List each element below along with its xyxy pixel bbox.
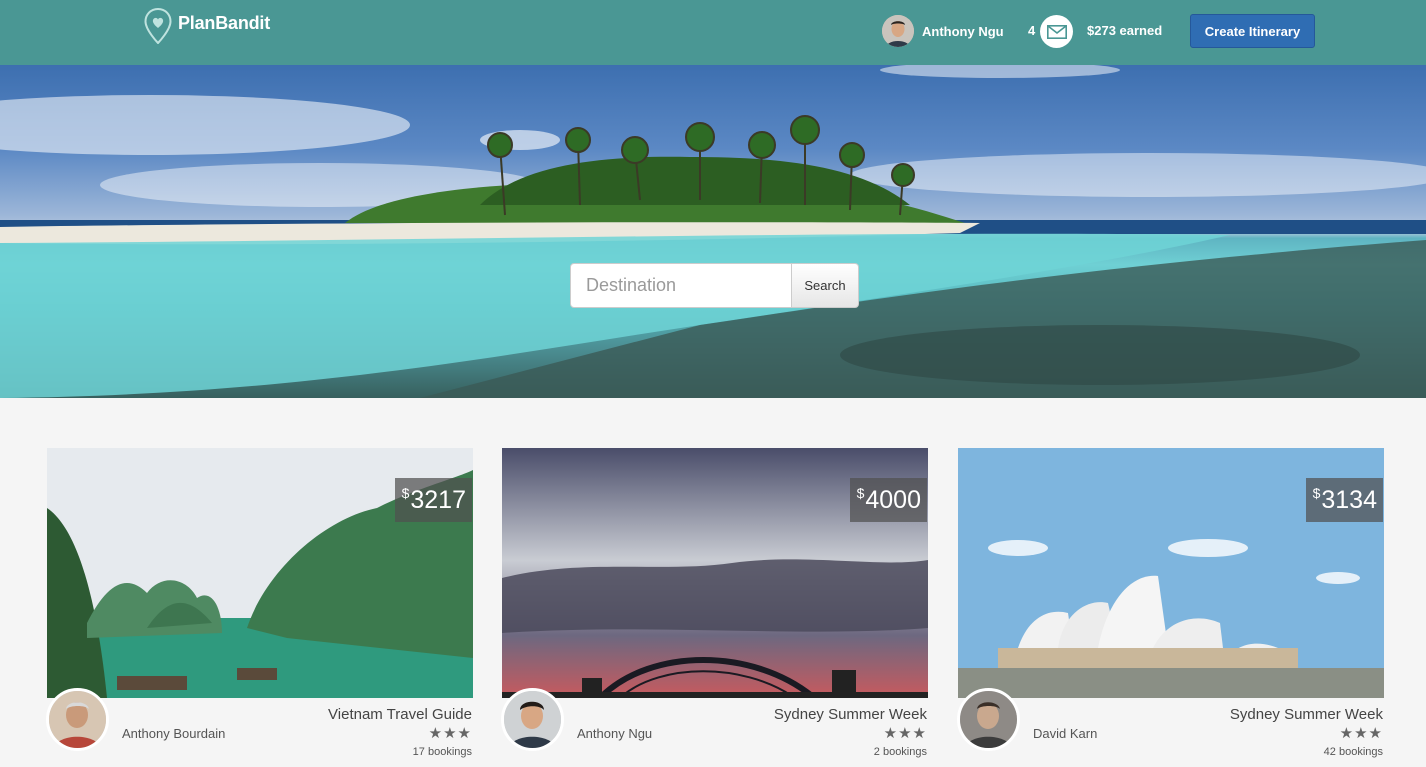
currency-symbol: $ (401, 485, 410, 501)
hero-background (0, 65, 1426, 398)
itinerary-title[interactable]: Sydney Summer Week (774, 706, 927, 723)
price-tag: $4000 (849, 478, 927, 522)
booking-count: 17 bookings (412, 746, 472, 758)
message-count: 4 (1028, 23, 1036, 38)
author-name: David Karn (1033, 726, 1098, 741)
price-tag: $3134 (1305, 478, 1383, 522)
currency-symbol: $ (856, 485, 865, 501)
destination-input[interactable] (570, 263, 792, 308)
star-rating: ★★★ (1339, 725, 1383, 742)
booking-count: 42 bookings (1323, 746, 1383, 758)
avatar[interactable] (957, 688, 1020, 751)
avatar[interactable] (501, 688, 564, 751)
price-value: 3217 (410, 485, 466, 514)
avatar[interactable] (46, 688, 109, 751)
hero-banner: Search (0, 65, 1426, 398)
itinerary-card[interactable]: $4000 Anthony Ngu Sydney Summer Week ★★★… (501, 448, 928, 767)
star-rating: ★★★ (883, 725, 927, 742)
itinerary-card[interactable]: $3134 David Karn Sydney Summer Week ★★★ … (957, 448, 1384, 767)
messages-button[interactable] (1040, 15, 1073, 48)
user-menu[interactable]: Anthony Ngu (882, 15, 1004, 47)
search-button[interactable]: Search (792, 263, 859, 308)
price-value: 3134 (1321, 485, 1377, 514)
star-rating: ★★★ (428, 725, 472, 742)
itinerary-title[interactable]: Vietnam Travel Guide (328, 706, 472, 723)
create-itinerary-button[interactable]: Create Itinerary (1190, 14, 1315, 48)
price-tag: $3217 (394, 478, 472, 522)
author-name: Anthony Bourdain (122, 726, 226, 741)
map-pin-heart-icon (144, 8, 172, 44)
search-bar: Search (570, 263, 859, 308)
itinerary-card[interactable]: $3217 Anthony Bourdain Vietnam Travel Gu… (46, 448, 473, 767)
logo-text: PlanBandit (178, 12, 271, 33)
earnings: $273 earned (1087, 23, 1163, 38)
top-navbar: PlanBandit Anthony Ngu 4 $273 earned Cre… (0, 0, 1426, 65)
itinerary-title[interactable]: Sydney Summer Week (1230, 706, 1383, 723)
avatar (882, 15, 914, 47)
booking-count: 2 bookings (873, 746, 927, 758)
logo[interactable]: PlanBandit (144, 8, 270, 44)
currency-symbol: $ (1312, 485, 1321, 501)
envelope-icon (1046, 24, 1067, 39)
user-name: Anthony Ngu (922, 23, 1004, 39)
price-value: 4000 (865, 485, 921, 514)
author-name: Anthony Ngu (577, 726, 653, 741)
